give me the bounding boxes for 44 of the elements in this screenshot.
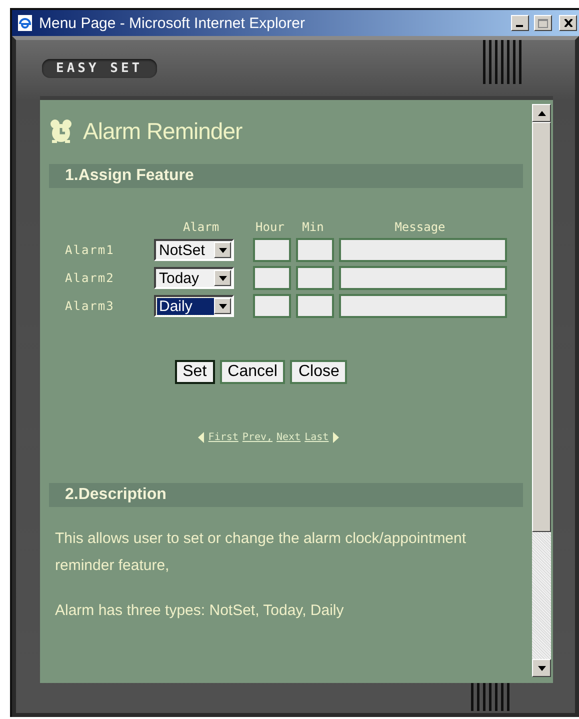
form-button[interactable]: Set	[174, 360, 215, 384]
row-label: Alarm3	[65, 299, 116, 313]
page-title: Alarm Reminder	[83, 118, 242, 144]
minimize-button[interactable]	[511, 15, 529, 31]
maximize-icon	[538, 18, 548, 28]
description-text: This allows user to set or change the alarm clock/appointment reminder feature,	[55, 529, 468, 576]
left-triangle-icon	[198, 432, 204, 443]
column-header: Min	[301, 220, 325, 234]
hour-field[interactable]	[253, 294, 291, 318]
scroll-up-button[interactable]	[532, 104, 551, 122]
maximize-button[interactable]	[534, 15, 552, 31]
alarm-type-dropdown[interactable]: NotSet	[154, 239, 234, 261]
close-icon	[564, 19, 572, 27]
minute-field[interactable]	[296, 238, 334, 262]
alarm-type-dropdown[interactable]: Today	[154, 267, 234, 289]
scrollbar[interactable]	[532, 104, 551, 677]
row-label: Alarm1	[65, 243, 116, 257]
form-button[interactable]: Close	[290, 360, 348, 384]
scroll-up-icon	[538, 110, 546, 116]
scroll-down-button[interactable]	[532, 659, 551, 677]
scroll-thumb[interactable]	[532, 122, 551, 532]
message-field[interactable]	[339, 238, 507, 262]
message-field[interactable]	[339, 294, 507, 318]
message-field[interactable]	[339, 266, 507, 290]
column-header: Hour	[254, 220, 286, 234]
form-button[interactable]: Cancel	[220, 360, 286, 384]
browser-icon	[16, 14, 34, 32]
right-triangle-icon	[332, 432, 339, 443]
row-label: Alarm2	[65, 271, 116, 285]
column-header: Message	[394, 220, 446, 234]
column-header: Alarm	[182, 220, 220, 234]
hour-field[interactable]	[253, 266, 291, 290]
minute-field[interactable]	[296, 266, 334, 290]
minute-field[interactable]	[296, 294, 334, 318]
window-title: Menu Page - Microsoft Internet Explorer	[39, 14, 306, 32]
alarm-clock-icon	[49, 119, 73, 143]
alarm-type-dropdown[interactable]: Daily	[154, 295, 234, 317]
close-button[interactable]	[559, 15, 577, 31]
frame-label: EASY SET	[42, 58, 157, 78]
scroll-down-icon	[538, 666, 546, 670]
section-heading: 1.Assign Feature	[49, 164, 523, 188]
description-text: Alarm has three types: NotSet, Today, Daily	[55, 601, 345, 621]
section-heading: 2.Description	[49, 483, 523, 507]
hour-field[interactable]	[253, 238, 291, 262]
